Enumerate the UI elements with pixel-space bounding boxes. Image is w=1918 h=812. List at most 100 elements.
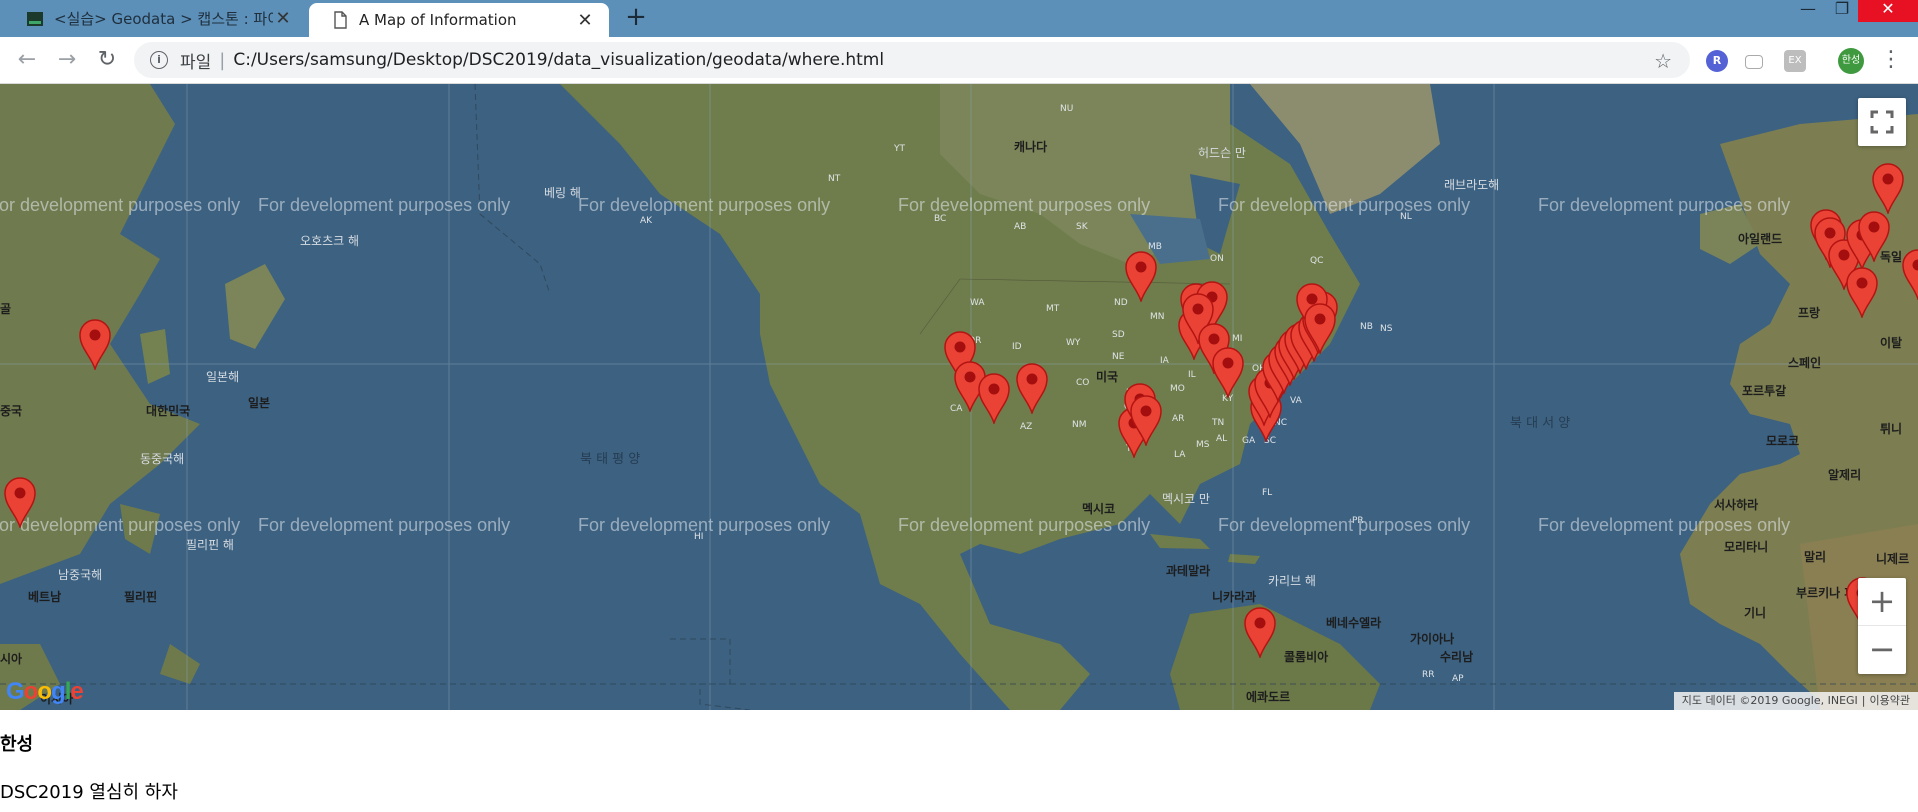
- state-abbr-label: IA: [1160, 356, 1169, 366]
- tab-title: <실습> Geodata > 캡스톤 : 파이: [54, 10, 273, 28]
- country-label: 튀니: [1880, 422, 1903, 436]
- attribution-data[interactable]: 지도 데이터 ©2019 Google, INEGI: [1682, 694, 1858, 707]
- state-abbr-label: MI: [1232, 334, 1243, 344]
- sea-label: 베링 해: [544, 186, 581, 200]
- country-label: 대한민국: [146, 404, 191, 418]
- state-abbr-label: NB: [1360, 322, 1373, 332]
- country-label: 과테말라: [1166, 564, 1211, 578]
- close-icon[interactable]: ✕: [273, 8, 293, 29]
- country-label: 캐나다: [1014, 140, 1048, 154]
- more-menu-icon[interactable]: ⋮: [1880, 45, 1902, 75]
- country-label: 수리남: [1440, 650, 1474, 664]
- map-marker-icon[interactable]: [1303, 302, 1337, 354]
- country-label: 멕시코: [1082, 502, 1116, 516]
- country-label: 중국: [0, 404, 23, 418]
- cast-icon[interactable]: [1745, 55, 1763, 69]
- zoom-out-button[interactable]: −: [1858, 626, 1906, 673]
- new-tab-button[interactable]: +: [624, 2, 648, 32]
- bookmark-star-icon[interactable]: ☆: [1654, 49, 1672, 73]
- ocean-label: 북 태 평 양: [580, 452, 641, 467]
- watermark: For development purposes only: [1218, 515, 1471, 535]
- terms-link[interactable]: 이용약관: [1870, 694, 1910, 707]
- state-abbr-label: NT: [828, 174, 841, 184]
- map-marker-icon[interactable]: [1211, 346, 1245, 398]
- map-marker-icon[interactable]: [1901, 248, 1918, 300]
- country-label: 가이아나: [1410, 632, 1455, 646]
- extension-ex-icon[interactable]: EX: [1784, 50, 1806, 72]
- google-logo[interactable]: Google: [6, 678, 84, 706]
- watermark: For development purposes only: [898, 195, 1151, 215]
- back-arrow-icon[interactable]: ←: [12, 45, 42, 75]
- close-icon[interactable]: ✕: [575, 10, 595, 31]
- divider: |: [219, 49, 226, 71]
- watermark: For development purposes only: [1538, 515, 1791, 535]
- state-abbr-label: CO: [1076, 378, 1090, 388]
- forward-arrow-icon[interactable]: →: [52, 45, 82, 75]
- country-label: 서사하라: [1714, 498, 1759, 512]
- sea-label: 카리브 해: [1268, 574, 1316, 588]
- map-attribution: 지도 데이터 ©2019 Google, INEGI | 이용약관: [1673, 692, 1918, 710]
- map-marker-icon[interactable]: [1871, 162, 1905, 214]
- state-abbr-label: QC: [1310, 256, 1324, 266]
- watermark: For development purposes only: [578, 515, 831, 535]
- map-marker-icon[interactable]: [78, 318, 112, 370]
- scheme-label: 파일: [180, 52, 212, 73]
- watermark: For development purposes only: [578, 195, 831, 215]
- minimize-icon[interactable]: —: [1790, 0, 1826, 22]
- fullscreen-icon: [1870, 110, 1894, 134]
- state-abbr-label: NS: [1380, 324, 1393, 334]
- watermark: For development purposes only: [898, 515, 1151, 535]
- address-bar[interactable]: i 파일 | C:/Users/samsung/Desktop/DSC2019/…: [134, 42, 1690, 78]
- fullscreen-button[interactable]: [1858, 98, 1906, 146]
- state-abbr-label: SK: [1076, 222, 1088, 232]
- state-abbr-label: IL: [1188, 370, 1196, 380]
- country-label: 미국: [1096, 370, 1119, 384]
- map-marker-icon[interactable]: [3, 476, 37, 528]
- state-abbr-label: NM: [1072, 420, 1087, 430]
- map-marker-icon[interactable]: [1129, 394, 1163, 446]
- state-abbr-label: PR: [1352, 516, 1364, 526]
- profile-avatar[interactable]: 한성: [1838, 48, 1864, 74]
- state-abbr-label: NU: [1060, 104, 1074, 114]
- country-label: 베트남: [28, 590, 62, 604]
- tab-geodata[interactable]: <실습> Geodata > 캡스톤 : 파이 ✕: [4, 3, 307, 34]
- sea-label: 래브라도해: [1444, 178, 1500, 192]
- window-close-icon[interactable]: ✕: [1858, 0, 1918, 22]
- state-abbr-label: YT: [894, 144, 905, 154]
- country-label: 말리: [1804, 550, 1827, 564]
- state-abbr-label: LA: [1174, 450, 1186, 460]
- watermark: For development purposes only: [1218, 195, 1471, 215]
- state-abbr-label: MT: [1046, 304, 1060, 314]
- restore-icon[interactable]: ❐: [1824, 0, 1860, 22]
- favicon-icon: [27, 11, 43, 26]
- state-abbr-label: AK: [640, 216, 653, 226]
- tab-map-of-information[interactable]: A Map of Information ✕: [309, 3, 609, 37]
- map-marker-icon[interactable]: [1845, 266, 1879, 318]
- map-marker-icon[interactable]: [977, 372, 1011, 424]
- document-icon: [334, 11, 347, 29]
- country-label: 에콰도르: [1246, 690, 1291, 704]
- map[interactable]: For development purposes only For develo…: [0, 84, 1918, 710]
- map-marker-icon[interactable]: [1015, 362, 1049, 414]
- state-abbr-label: BC: [934, 214, 947, 224]
- state-abbr-label: ID: [1012, 342, 1022, 352]
- extension-r-icon[interactable]: R: [1706, 50, 1728, 72]
- reload-icon[interactable]: ↻: [92, 45, 122, 75]
- map-marker-icon[interactable]: [1857, 210, 1891, 262]
- state-abbr-label: AZ: [1020, 422, 1033, 432]
- country-label: 포르투갈: [1742, 384, 1787, 398]
- map-marker-icon[interactable]: [1124, 250, 1158, 302]
- country-label: 시아: [0, 652, 23, 666]
- country-label: 니제르: [1876, 552, 1910, 566]
- sea-label: 멕시코 만: [1162, 492, 1210, 506]
- state-abbr-label: RR: [1422, 670, 1435, 680]
- state-abbr-label: FL: [1262, 488, 1273, 498]
- country-label: 아일랜드: [1738, 232, 1783, 246]
- browser-toolbar: ← → ↻ i 파일 | C:/Users/samsung/Desktop/DS…: [0, 37, 1918, 84]
- country-label: 모리타니: [1724, 540, 1769, 554]
- url-text[interactable]: C:/Users/samsung/Desktop/DSC2019/data_vi…: [233, 50, 884, 70]
- state-abbr-label: AP: [1452, 674, 1464, 684]
- info-icon[interactable]: i: [150, 51, 168, 69]
- map-marker-icon[interactable]: [1243, 606, 1277, 658]
- zoom-in-button[interactable]: +: [1858, 578, 1906, 626]
